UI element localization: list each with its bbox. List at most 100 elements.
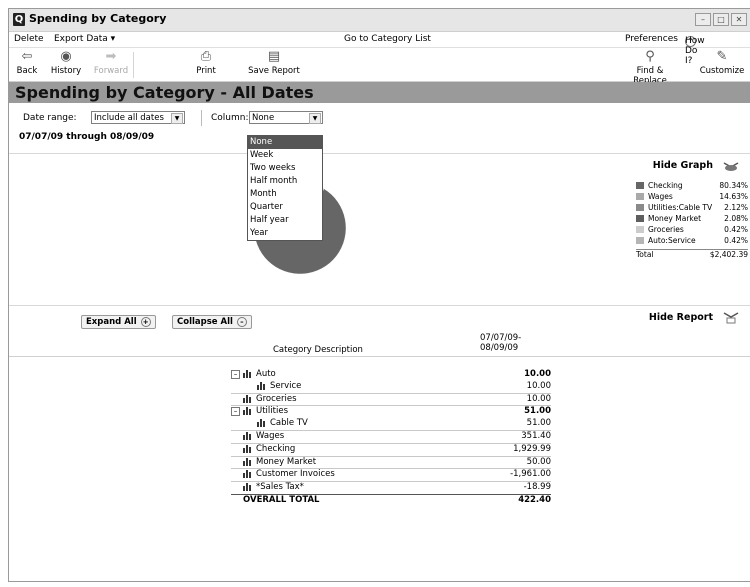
row-amount: 51.00 xyxy=(524,406,551,417)
legend-row[interactable]: Auto:Service 0.42% xyxy=(636,236,748,247)
report-header: Spending by Category - All Dates xyxy=(9,82,750,103)
row-amount: 351.40 xyxy=(521,430,551,441)
column-header-period-start: 07/07/09- xyxy=(480,333,522,343)
bar-chart-icon[interactable] xyxy=(257,419,266,428)
row-amount: -18.99 xyxy=(523,482,551,493)
row-amount: 10.00 xyxy=(526,380,551,391)
dropdown-option[interactable]: None xyxy=(248,136,322,149)
magnifier-icon: ⚲ xyxy=(645,49,655,64)
chevron-down-icon: ▼ xyxy=(309,113,321,124)
legend-row[interactable]: Wages 14.63% xyxy=(636,192,748,203)
column-header-category[interactable]: Category Description xyxy=(273,345,363,355)
bar-chart-icon[interactable] xyxy=(257,381,266,390)
export-data-menu[interactable]: Export Data ▾ xyxy=(54,34,115,44)
legend-total-value: $2,402.39 xyxy=(709,250,748,259)
find-replace-button[interactable]: ⚲ Find & Replace xyxy=(621,49,679,87)
history-button[interactable]: ◉ History xyxy=(50,49,82,77)
maximize-icon[interactable]: □ xyxy=(713,13,729,26)
bar-chart-icon[interactable] xyxy=(243,394,252,403)
bar-chart-icon[interactable] xyxy=(243,407,252,416)
table-row[interactable]: Customer Invoices -1,961.00 xyxy=(231,468,551,481)
graph-panel: Hide Graph Checking 80.34% Wages 14.63% Util… xyxy=(9,153,750,306)
row-amount: 422.40 xyxy=(518,494,551,505)
table-row[interactable]: Cable TV 51.00 xyxy=(231,418,551,430)
bar-chart-icon[interactable] xyxy=(243,444,252,453)
column-header-period[interactable]: 07/07/09- 08/09/09 xyxy=(480,333,521,353)
window-controls: – □ ✕ xyxy=(695,13,747,26)
legend-value: 0.42% xyxy=(724,225,748,234)
table-row[interactable]: Money Market 50.00 xyxy=(231,455,551,469)
dropdown-option[interactable]: Two weeks xyxy=(248,162,322,175)
legend-swatch xyxy=(636,215,644,222)
dropdown-option[interactable]: Year xyxy=(248,227,322,240)
back-arrow-icon: ⇦ xyxy=(21,49,33,64)
hide-graph-button[interactable]: Hide Graph xyxy=(653,160,713,171)
legend-row[interactable]: Money Market 2.08% xyxy=(636,214,748,225)
minus-icon: – xyxy=(236,316,247,327)
history-icon: ◉ xyxy=(60,49,72,64)
table-row[interactable]: – Utilities 51.00 xyxy=(231,405,551,418)
row-category: OVERALL TOTAL xyxy=(243,494,320,505)
preferences-menu[interactable]: Preferences xyxy=(625,34,678,44)
back-button[interactable]: ⇦ Back xyxy=(15,49,39,77)
bar-chart-icon[interactable] xyxy=(243,470,252,479)
table-row[interactable]: Service 10.00 xyxy=(231,381,551,393)
bar-chart-icon[interactable] xyxy=(243,431,252,440)
forward-button[interactable]: ➡ Forward xyxy=(93,50,129,77)
dropdown-option[interactable]: Month xyxy=(248,188,322,201)
dropdown-option[interactable]: Week xyxy=(248,149,322,162)
dropdown-option[interactable]: Half year xyxy=(248,214,322,227)
customize-button[interactable]: ✎ Customize xyxy=(699,50,745,77)
legend-value: 2.12% xyxy=(724,203,748,212)
bar-chart-icon[interactable] xyxy=(243,457,252,466)
expand-all-button[interactable]: Expand All + xyxy=(81,315,156,329)
legend-row[interactable]: Groceries 0.42% xyxy=(636,225,748,236)
legend-label: Auto:Service xyxy=(648,236,696,245)
menu-bar: Delete Export Data ▾ Go to Category List… xyxy=(9,32,750,66)
collapse-row-icon[interactable]: – xyxy=(231,407,240,417)
date-range-select[interactable]: Include all dates ▼ xyxy=(91,111,185,124)
report-toggle-icon[interactable] xyxy=(723,310,739,324)
print-button[interactable]: ⎙ Print xyxy=(195,49,217,77)
toolbar: ⇦ Back ◉ History ➡ Forward ⎙ Print ▤ Sav… xyxy=(9,48,750,86)
dropdown-option[interactable]: Half month xyxy=(248,175,322,188)
legend-row[interactable]: Checking 80.34% xyxy=(636,181,748,192)
page-title: Spending by Category - All Dates xyxy=(15,83,314,102)
date-range-value: Include all dates xyxy=(94,113,164,123)
bar-chart-icon[interactable] xyxy=(243,483,252,492)
row-category: Customer Invoices xyxy=(256,469,335,480)
close-icon[interactable]: ✕ xyxy=(731,13,747,26)
row-category: Checking xyxy=(256,443,296,454)
table-row[interactable]: *Sales Tax* -18.99 xyxy=(231,481,551,494)
save-report-button[interactable]: ▤ Save Report xyxy=(246,50,302,77)
column-header-period-end: 08/09/09 xyxy=(480,343,519,353)
table-row[interactable]: – Auto 10.00 xyxy=(231,369,551,381)
overall-total-row[interactable]: OVERALL TOTAL 422.40 xyxy=(231,493,551,507)
print-label: Print xyxy=(196,66,216,76)
bar-chart-icon[interactable] xyxy=(243,370,252,378)
pie-chart-toggle-icon[interactable] xyxy=(723,158,739,172)
printer-icon: ⎙ xyxy=(200,49,212,64)
hide-report-button[interactable]: Hide Report xyxy=(649,312,713,323)
date-range-text: 07/07/09 through 08/09/09 xyxy=(19,132,155,142)
minimize-icon[interactable]: – xyxy=(695,13,711,26)
column-select[interactable]: None ▼ xyxy=(249,111,323,124)
report-panel: Expand All + Collapse All – Hide Report Ca… xyxy=(9,305,750,581)
legend-value: 0.42% xyxy=(724,236,748,245)
back-label: Back xyxy=(16,66,38,76)
row-category: Cable TV xyxy=(270,418,308,429)
table-row[interactable]: Groceries 10.00 xyxy=(231,392,551,406)
collapse-all-button[interactable]: Collapse All – xyxy=(172,315,252,329)
expand-all-label: Expand All xyxy=(86,317,137,327)
date-range-label: Date range: xyxy=(23,113,77,123)
table-row[interactable]: Wages 351.40 xyxy=(231,429,551,443)
forward-label: Forward xyxy=(93,66,129,76)
column-value: None xyxy=(252,113,275,123)
go-to-category-list-link[interactable]: Go to Category List xyxy=(344,34,431,44)
delete-menu[interactable]: Delete xyxy=(14,34,44,44)
collapse-row-icon[interactable]: – xyxy=(231,370,240,379)
legend-row[interactable]: Utilities:Cable TV 2.12% xyxy=(636,203,748,214)
dropdown-option[interactable]: Quarter xyxy=(248,201,322,214)
table-row[interactable]: Checking 1,929.99 xyxy=(231,442,551,456)
legend-total-row: Total $2,402.39 xyxy=(636,249,748,261)
